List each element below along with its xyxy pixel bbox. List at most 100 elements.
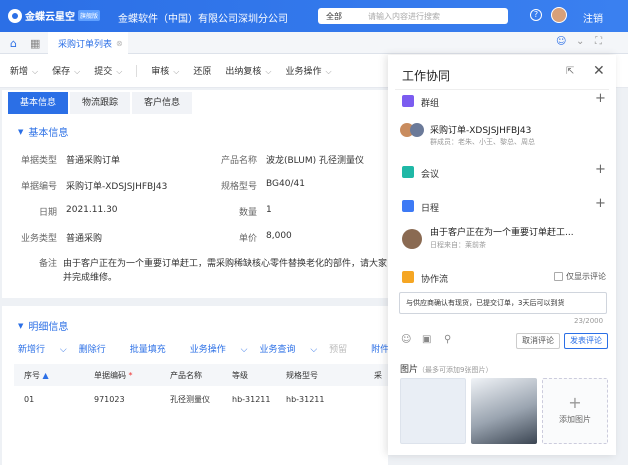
remark-value-line1[interactable]: 由于客户正在为一个重要订单赶工，需采购稀缺核心零件替换老化的部件，请大家: [63, 256, 388, 269]
cell-grade: hb-31211: [232, 394, 271, 404]
page-tab-bar: ⌂ ▦ 采购订单列表 ⊗ ☺ ⌄ ⛶: [0, 32, 628, 54]
tab-customer-info[interactable]: 客户信息: [132, 92, 193, 114]
business-query-button[interactable]: 业务查询 ⌵: [259, 342, 317, 355]
doc-type-label: 单据类型: [20, 156, 57, 166]
delete-row-button[interactable]: 删除行: [79, 342, 118, 355]
image-thumbnail[interactable]: [400, 378, 466, 444]
share-icon[interactable]: ⇱: [566, 66, 574, 77]
price-value[interactable]: 8,000: [266, 231, 292, 241]
col-product-name[interactable]: 产品名称: [170, 370, 202, 381]
form-tabs: 基本信息 物流跟踪 客户信息: [8, 92, 194, 114]
fullscreen-icon[interactable]: ⛶: [595, 36, 602, 47]
meeting-label: 会议: [421, 170, 440, 180]
spec-value[interactable]: BG40/41: [266, 179, 305, 189]
date-value[interactable]: 2021.11.30: [66, 205, 118, 215]
add-group-icon[interactable]: +: [595, 91, 606, 106]
logout-link[interactable]: 注销: [583, 10, 603, 25]
schedule-title[interactable]: 由于客户正在为一个重要订单赶工...: [430, 225, 574, 238]
add-image-button[interactable]: + 添加图片: [542, 378, 608, 444]
product-name-value[interactable]: 波龙(BLUM) 孔径测量仪: [266, 153, 364, 166]
add-schedule-icon[interactable]: +: [595, 196, 606, 211]
new-button[interactable]: 新增 ⌵: [10, 64, 38, 77]
caret-down-icon: ▼: [18, 127, 24, 136]
remark-value-line2[interactable]: 并完成维修。: [63, 270, 117, 283]
search-input[interactable]: 请输入内容进行搜索: [358, 11, 440, 22]
save-button[interactable]: 保存 ⌵: [52, 64, 80, 77]
images-header: 图片（最多可添加9张图片）: [400, 365, 493, 375]
detail-toolbar: 新增行 ⌵ 删除行 批量填充 业务操作 ⌵ 业务查询 ⌵ 预留 附件: [18, 342, 413, 355]
qty-value[interactable]: 1: [266, 205, 272, 215]
restore-button[interactable]: 还原: [193, 64, 211, 77]
image-thumbnail[interactable]: [471, 378, 537, 444]
group-label: 群组: [421, 99, 440, 109]
submit-button[interactable]: 提交 ⌵: [94, 64, 122, 77]
close-icon[interactable]: ✕: [593, 63, 605, 79]
attachment-icon[interactable]: ⚲: [444, 334, 451, 345]
help-icon[interactable]: ?: [530, 9, 542, 21]
col-more[interactable]: 采: [374, 370, 382, 381]
col-seq[interactable]: 序号 ▲: [24, 370, 49, 381]
batch-fill-button[interactable]: 批量填充: [130, 342, 178, 355]
product-name-label: 产品名称: [220, 156, 257, 166]
cell-product-name: 孔径测量仪: [170, 394, 210, 404]
home-icon[interactable]: ⌂: [10, 37, 17, 50]
tab-label: 采购订单列表: [58, 39, 113, 50]
flow-label: 协作流: [421, 275, 449, 285]
tab-purchase-order-list[interactable]: 采购订单列表 ⊗: [48, 32, 128, 54]
close-tab-icon[interactable]: ⊗: [116, 39, 123, 48]
schedule-icon: [402, 200, 414, 212]
cell-seq: 01: [24, 394, 35, 404]
detail-business-ops-button[interactable]: 业务操作 ⌵: [190, 342, 248, 355]
group-icon: [402, 95, 414, 107]
divider: [395, 89, 609, 90]
biz-type-value[interactable]: 普通采购: [66, 231, 102, 244]
group-title[interactable]: 采购订单-XDSJSJHFBJ43: [430, 123, 531, 136]
add-row-button[interactable]: 新增行 ⌵: [18, 342, 67, 355]
doc-no-label: 单据编号: [20, 182, 57, 192]
apps-grid-icon[interactable]: ▦: [30, 37, 40, 50]
post-comment-button[interactable]: 发表评论: [564, 333, 608, 349]
plus-icon: +: [568, 393, 582, 412]
company-name[interactable]: 金蝶软件（中国）有限公司深圳分公司: [118, 10, 288, 25]
remark-label: 备注: [38, 259, 57, 269]
user-avatar[interactable]: [551, 7, 567, 23]
cancel-comment-button[interactable]: 取消评论: [516, 333, 560, 349]
caret-down-icon: ▼: [18, 321, 24, 330]
audit-button[interactable]: 审核 ⌵: [151, 64, 179, 77]
chevron-down-icon[interactable]: ⌄: [576, 36, 584, 47]
comment-textarea[interactable]: 与供应商确认有现货，已提交订单，3天后可以到货: [399, 292, 607, 314]
schedule-label: 日程: [421, 204, 440, 214]
image-icon[interactable]: ▣: [422, 334, 431, 345]
table-row[interactable]: 01 971023 孔径测量仪 hb-31211 hb-31211: [14, 388, 390, 410]
basic-info-header[interactable]: ▼ 基本信息: [18, 124, 68, 140]
brand-name: 金蝶云星空: [25, 12, 75, 23]
collab-icon[interactable]: ☺: [556, 36, 566, 47]
col-grade[interactable]: 等级: [232, 370, 248, 381]
toolbar-divider: [136, 64, 138, 77]
only-comments-checkbox[interactable]: 仅显示评论: [554, 271, 606, 282]
tab-basic-info[interactable]: 基本信息: [8, 92, 69, 114]
search-scope[interactable]: 全部: [318, 11, 358, 22]
cell-doc-code: 971023: [94, 394, 125, 404]
checkbox-icon: [554, 272, 563, 281]
qty-label: 数量: [238, 208, 257, 218]
doc-type-value[interactable]: 普通采购订单: [66, 153, 120, 166]
business-ops-button[interactable]: 业务操作 ⌵: [285, 64, 331, 77]
col-spec[interactable]: 规格型号: [286, 370, 318, 381]
add-meeting-icon[interactable]: +: [595, 162, 606, 177]
doc-no-value[interactable]: 采购订单-XDSJSJHFBJ43: [66, 179, 167, 192]
emoji-icon[interactable]: ☺: [401, 334, 411, 345]
required-mark-icon: *: [126, 370, 133, 380]
cell-spec: hb-31211: [286, 394, 325, 404]
spec-label: 规格型号: [220, 182, 257, 192]
brand-logo[interactable]: 金蝶云星空 旗舰版: [8, 8, 101, 23]
table-header: 序号 ▲ 单据编码 * 产品名称 等级 规格型号 采: [14, 364, 390, 386]
reserve-button[interactable]: 预留: [329, 342, 359, 355]
cashier-review-button[interactable]: 出纳复核 ⌵: [225, 64, 271, 77]
date-label: 日期: [38, 208, 57, 218]
detail-info-header[interactable]: ▼ 明细信息: [18, 318, 68, 334]
biz-type-label: 业务类型: [20, 234, 57, 244]
tab-logistics[interactable]: 物流跟踪: [70, 92, 131, 114]
global-search[interactable]: 全部 请输入内容进行搜索: [318, 8, 508, 24]
col-doc-code[interactable]: 单据编码 *: [94, 370, 133, 381]
